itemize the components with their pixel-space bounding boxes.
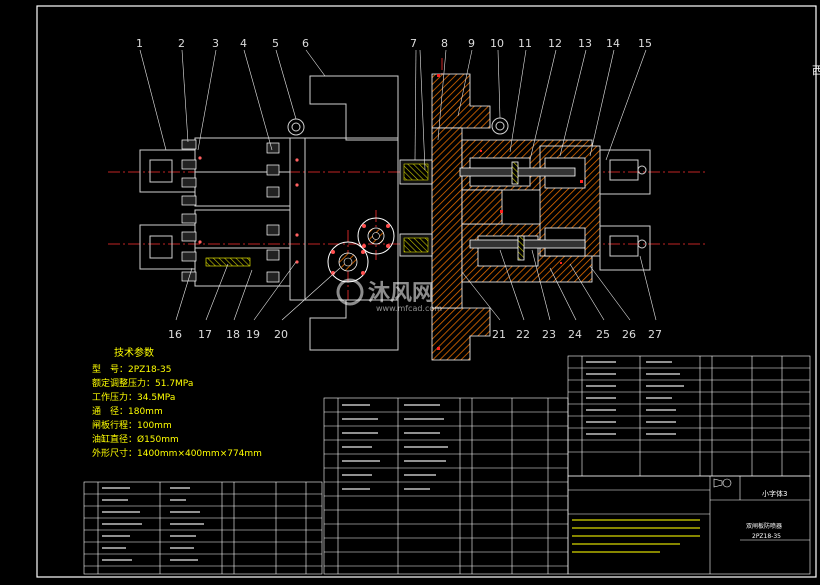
part-number: 14 xyxy=(606,37,620,50)
bom-table-middle xyxy=(323,397,569,575)
tech-params-title: 技术参数 xyxy=(114,346,154,359)
tech-param-line: 额定调整压力：51.7MPa xyxy=(92,377,193,389)
part-number: 2 xyxy=(178,37,185,50)
part-number: 3 xyxy=(212,37,219,50)
part-number: 5 xyxy=(272,37,279,50)
drawing-name: 双闸板防喷器 xyxy=(746,522,782,530)
part-number: 20 xyxy=(274,328,288,341)
part-number: 27 xyxy=(648,328,662,341)
tech-param-line: 工作压力：34.5MPa xyxy=(92,391,175,403)
part-number: 17 xyxy=(198,328,212,341)
part-number: 22 xyxy=(516,328,530,341)
part-number: 11 xyxy=(518,37,532,50)
cad-drawing-viewport: 西 1 2 3 4 5 6 7 8 9 10 11 12 13 14 15 16… xyxy=(0,0,820,581)
watermark-url: www.mfcad.com xyxy=(376,304,442,313)
corner-glyph: 西 xyxy=(812,64,820,77)
projection-symbol-icon xyxy=(713,478,732,488)
watermark-brand: 沐风网 xyxy=(368,281,434,306)
tech-param-line: 闸板行程：100mm xyxy=(92,419,172,431)
part-number: 25 xyxy=(596,328,610,341)
part-number: 6 xyxy=(302,37,309,50)
part-number: 16 xyxy=(168,328,182,341)
part-number: 23 xyxy=(542,328,556,341)
part-number: 8 xyxy=(441,37,448,50)
company-label: 小字体3 xyxy=(762,489,787,498)
part-number: 13 xyxy=(578,37,592,50)
part-number: 4 xyxy=(240,37,247,50)
part-number: 21 xyxy=(492,328,506,341)
part-number: 26 xyxy=(622,328,636,341)
part-number: 1 xyxy=(136,37,143,50)
tech-param-line: 通 径：180mm xyxy=(92,405,163,417)
part-number: 7 xyxy=(410,37,417,50)
part-number: 15 xyxy=(638,37,652,50)
title-block-notes xyxy=(572,519,700,553)
part-number: 10 xyxy=(490,37,504,50)
part-number: 9 xyxy=(468,37,475,50)
part-number: 18 xyxy=(226,328,240,341)
watermark: 沐风网 www.mfcad.com xyxy=(336,278,442,313)
centerlines xyxy=(108,58,706,360)
technical-params: 技术参数 型 号：2PZ18-35 额定调整压力：51.7MPa 工作压力：34… xyxy=(92,346,262,459)
tech-param-line: 型 号：2PZ18-35 xyxy=(92,364,171,375)
tech-param-line: 油缸直径：Ø150mm xyxy=(92,433,179,445)
drawing-code: 2PZ18-35 xyxy=(752,533,781,540)
flange-top xyxy=(357,217,395,255)
part-number: 19 xyxy=(246,328,260,341)
cad-drawing: 西 1 2 3 4 5 6 7 8 9 10 11 12 13 14 15 16… xyxy=(36,5,820,578)
tech-param-line: 外形尺寸：1400mm×400mm×774mm xyxy=(92,447,262,459)
ram-blocks xyxy=(399,159,433,257)
left-assembly xyxy=(139,75,399,351)
part-number: 12 xyxy=(548,37,562,50)
part-number: 24 xyxy=(568,328,582,341)
